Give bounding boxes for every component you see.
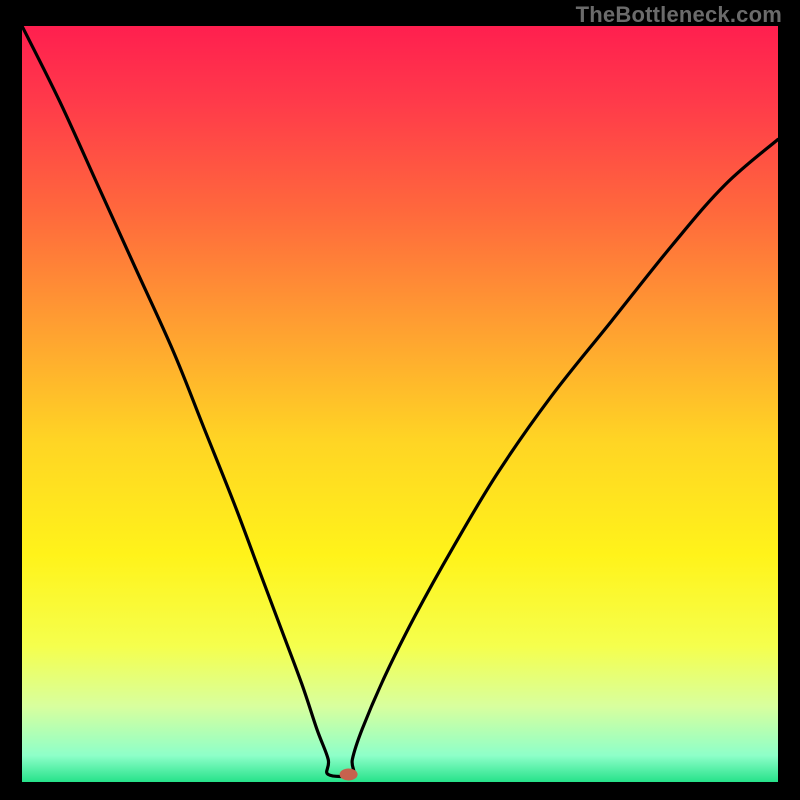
chart-frame: TheBottleneck.com [0, 0, 800, 800]
watermark-text: TheBottleneck.com [576, 2, 782, 28]
bottleneck-chart [22, 26, 778, 782]
plot-area [22, 26, 778, 782]
optimal-point-marker [340, 768, 358, 780]
gradient-background [22, 26, 778, 782]
